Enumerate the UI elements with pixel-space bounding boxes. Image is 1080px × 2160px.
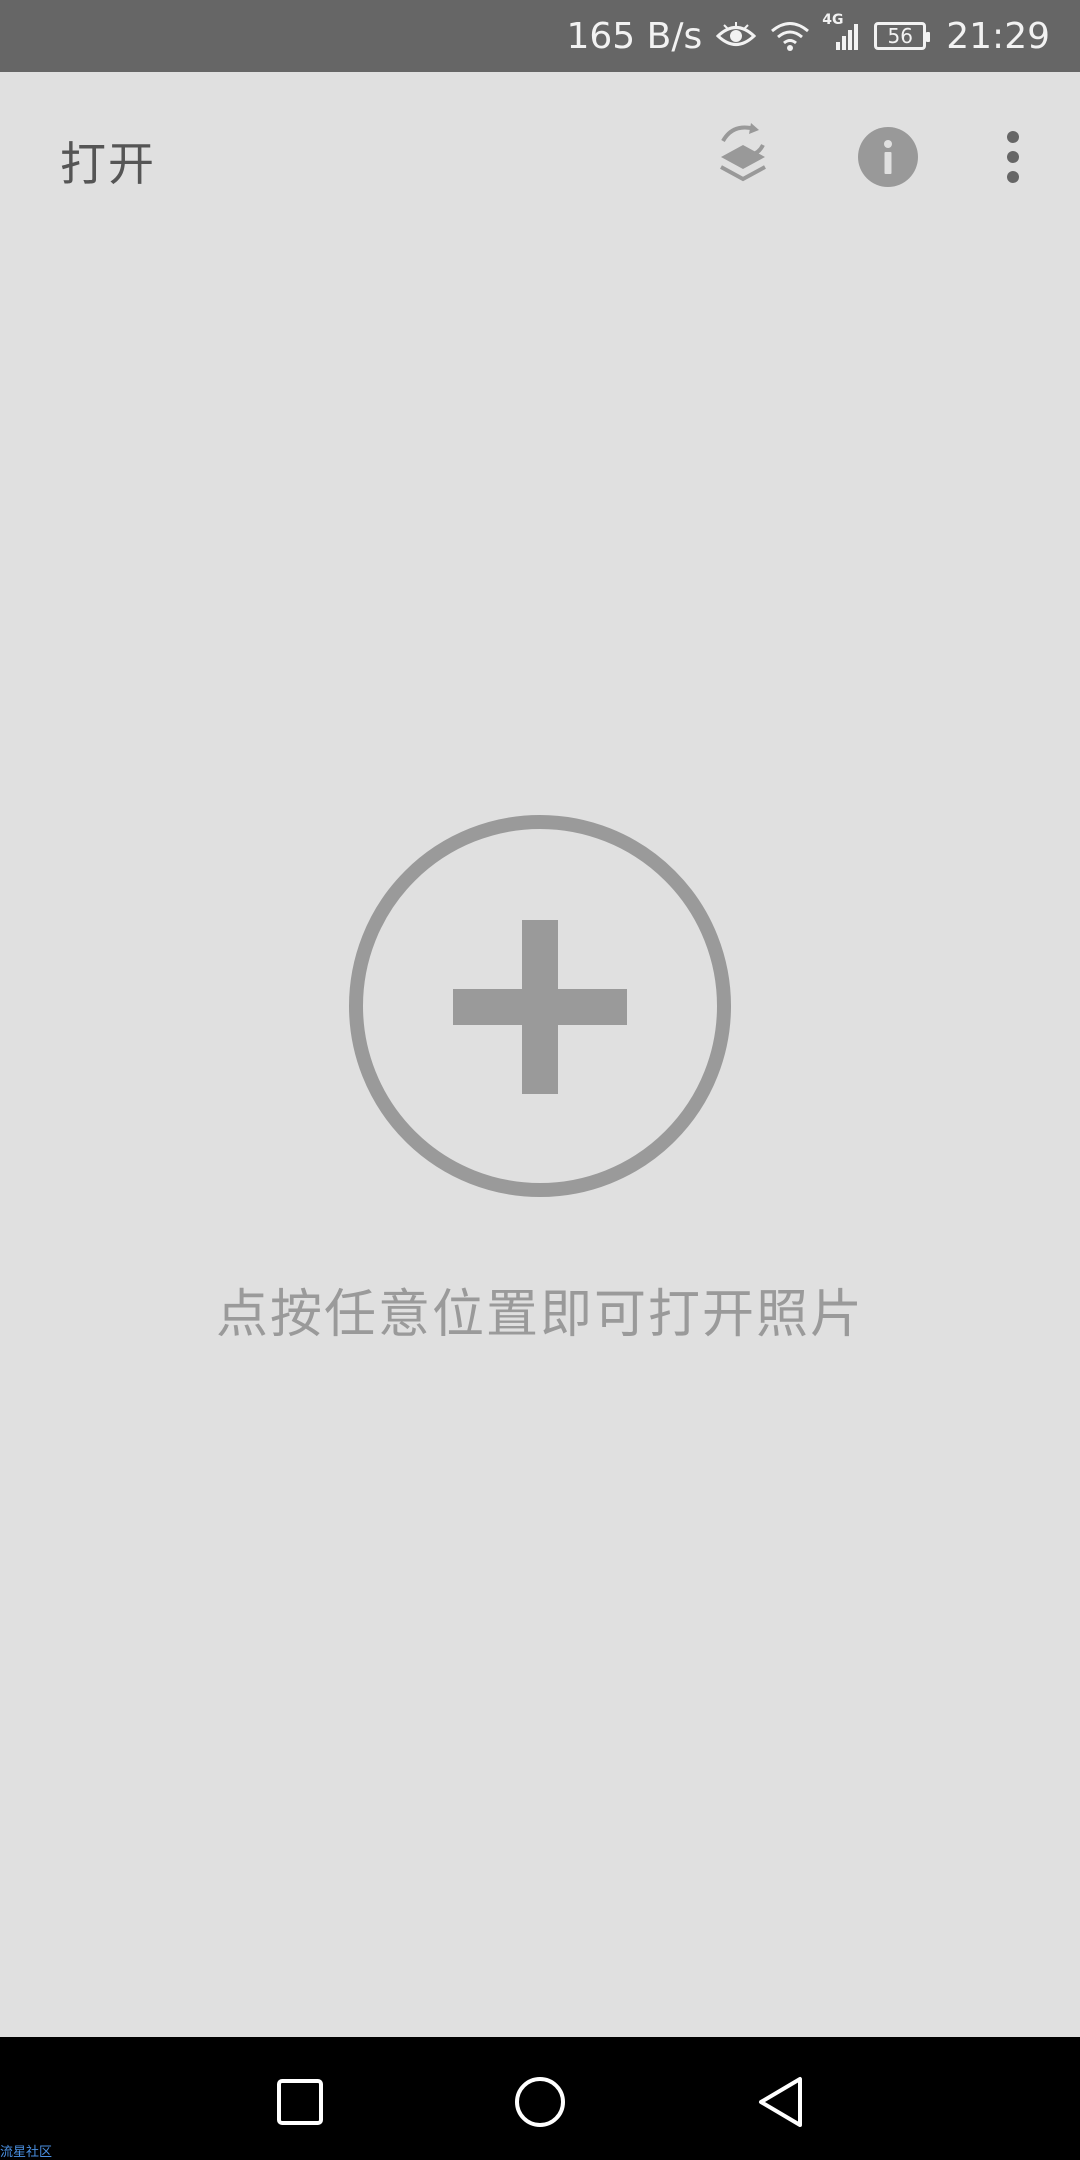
recents-square-icon bbox=[277, 2079, 323, 2125]
network-type: 4G bbox=[822, 12, 844, 28]
open-photo-area[interactable] bbox=[0, 240, 1080, 2037]
open-photo-hint: 点按任意位置即可打开照片 bbox=[215, 1285, 864, 1345]
back-triangle-icon bbox=[759, 2077, 802, 2127]
eye-icon bbox=[716, 21, 757, 51]
app-bar: 打开 bbox=[0, 72, 1080, 240]
nav-bar bbox=[0, 2037, 1080, 2160]
more-options-button[interactable] bbox=[968, 112, 1058, 202]
info-button[interactable] bbox=[843, 112, 933, 202]
info-icon bbox=[858, 127, 918, 187]
home-button[interactable] bbox=[495, 2057, 585, 2147]
battery-level: 56 bbox=[874, 22, 931, 50]
back-button[interactable] bbox=[735, 2057, 825, 2147]
battery-icon: 56 bbox=[874, 22, 931, 50]
signal-icon: 4G bbox=[822, 12, 860, 52]
status-bar: 165 B/s 4G 56 21:29 bbox=[0, 0, 1080, 72]
watermark: 流星社区 bbox=[0, 2145, 53, 2160]
net-speed: 165 B/s bbox=[566, 15, 703, 57]
recents-button[interactable] bbox=[255, 2057, 345, 2147]
clock: 21:29 bbox=[946, 15, 1050, 57]
wifi-icon bbox=[770, 20, 810, 52]
add-circle-icon bbox=[349, 815, 731, 1197]
layers-sync-icon bbox=[720, 123, 766, 182]
layers-sync-button[interactable] bbox=[698, 112, 788, 202]
page-title: 打开 bbox=[60, 137, 156, 191]
home-circle-icon bbox=[515, 2077, 565, 2127]
more-vert-icon bbox=[1007, 131, 1019, 183]
